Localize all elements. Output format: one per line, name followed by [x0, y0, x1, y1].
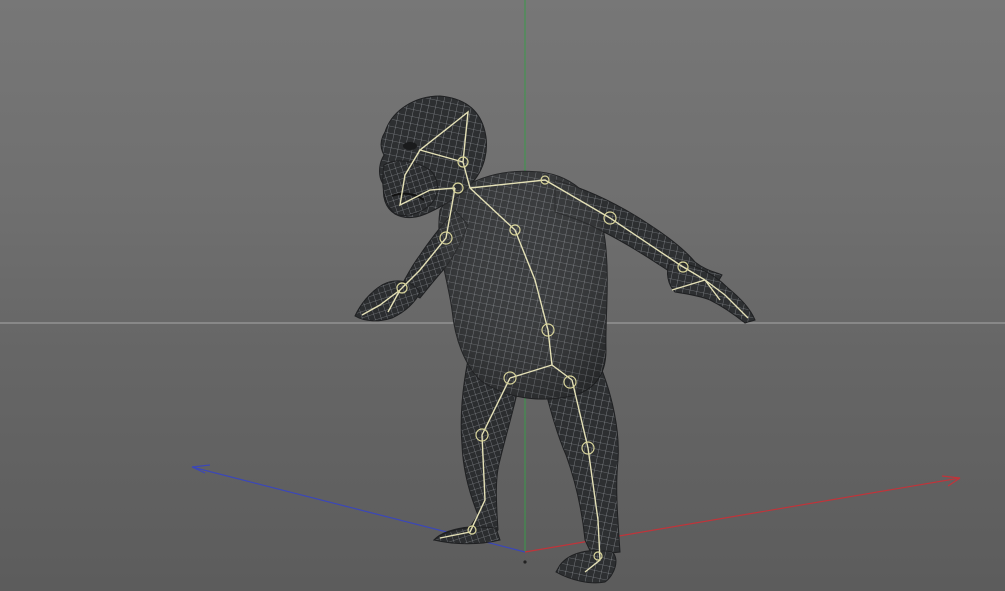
- origin-point: [523, 560, 527, 564]
- ape-left-foot: [432, 526, 501, 545]
- viewport-scene[interactable]: [0, 0, 1005, 591]
- ape-right-foot: [555, 550, 617, 584]
- 3d-viewport[interactable]: [0, 0, 1005, 591]
- ape-model[interactable]: [354, 95, 756, 584]
- ape-eye: [403, 142, 417, 150]
- ape-shading: [438, 171, 608, 400]
- ape-left-hand: [354, 280, 421, 322]
